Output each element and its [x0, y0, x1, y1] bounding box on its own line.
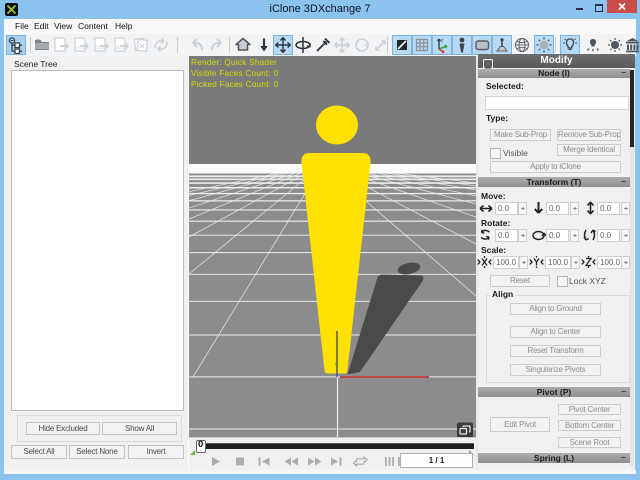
svg-text:Visible Faces Count: 0: Visible Faces Count: 0	[191, 69, 278, 78]
svg-text:z: z	[441, 38, 444, 44]
svg-text:Picked Faces Count: 0: Picked Faces Count: 0	[191, 80, 279, 89]
svg-text:FBX: FBX	[76, 45, 85, 50]
svg-text:OBJ: OBJ	[96, 45, 105, 50]
svg-text:3DS: 3DS	[116, 45, 125, 50]
svg-text:Render: Quick Shader: Render: Quick Shader	[191, 58, 277, 67]
